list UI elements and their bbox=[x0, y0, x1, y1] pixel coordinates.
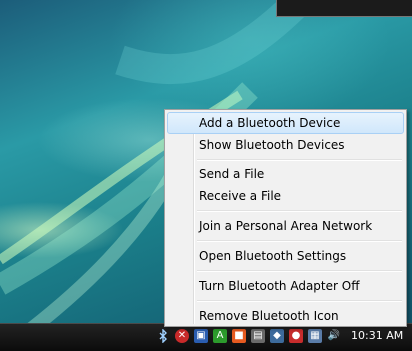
clock[interactable]: 10:31 AM bbox=[351, 329, 409, 343]
menu-item-label: Open Bluetooth Settings bbox=[199, 249, 347, 263]
bluetooth-context-menu: Add a Bluetooth Device Show Bluetooth De… bbox=[164, 109, 407, 327]
menu-item-receive-file[interactable]: Receive a File bbox=[167, 185, 404, 207]
menu-item-adapter-off[interactable]: Turn Bluetooth Adapter Off bbox=[167, 275, 404, 297]
menu-item-label: Remove Bluetooth Icon bbox=[199, 309, 339, 323]
system-tray: ✕ ▣ A ■ ▤ ◆ ● ▦ 🔊 10:31 AM bbox=[152, 323, 412, 350]
background-window bbox=[276, 0, 412, 17]
menu-item-remove-icon[interactable]: Remove Bluetooth Icon bbox=[167, 305, 404, 327]
menu-item-open-settings[interactable]: Open Bluetooth Settings bbox=[167, 245, 404, 267]
menu-separator bbox=[197, 240, 402, 242]
app-icon[interactable]: ▣ bbox=[194, 329, 208, 343]
menu-item-add-device[interactable]: Add a Bluetooth Device bbox=[167, 112, 404, 134]
menu-item-label: Send a File bbox=[199, 167, 265, 181]
menu-separator bbox=[197, 270, 402, 272]
menu-item-send-file[interactable]: Send a File bbox=[167, 163, 404, 185]
app-icon-5[interactable]: ◆ bbox=[270, 329, 284, 343]
menu-item-label: Show Bluetooth Devices bbox=[199, 138, 345, 152]
app-icon-4[interactable]: ▤ bbox=[251, 329, 265, 343]
app-icon-2[interactable]: A bbox=[213, 329, 227, 343]
bluetooth-icon[interactable] bbox=[156, 328, 170, 344]
menu-item-label: Add a Bluetooth Device bbox=[199, 116, 341, 130]
menu-separator bbox=[197, 159, 402, 161]
network-icon[interactable]: ▦ bbox=[308, 329, 322, 343]
volume-icon[interactable]: 🔊 bbox=[327, 329, 341, 343]
menu-item-join-pan[interactable]: Join a Personal Area Network bbox=[167, 215, 404, 237]
menu-item-label: Join a Personal Area Network bbox=[199, 219, 373, 233]
menu-item-show-devices[interactable]: Show Bluetooth Devices bbox=[167, 134, 404, 156]
menu-item-label: Turn Bluetooth Adapter Off bbox=[199, 279, 360, 293]
menu-separator bbox=[197, 300, 402, 302]
app-icon-6[interactable]: ● bbox=[289, 329, 303, 343]
menu-separator bbox=[197, 210, 402, 212]
app-icon-3[interactable]: ■ bbox=[232, 329, 246, 343]
shield-icon[interactable]: ✕ bbox=[175, 329, 189, 343]
menu-item-label: Receive a File bbox=[199, 189, 282, 203]
